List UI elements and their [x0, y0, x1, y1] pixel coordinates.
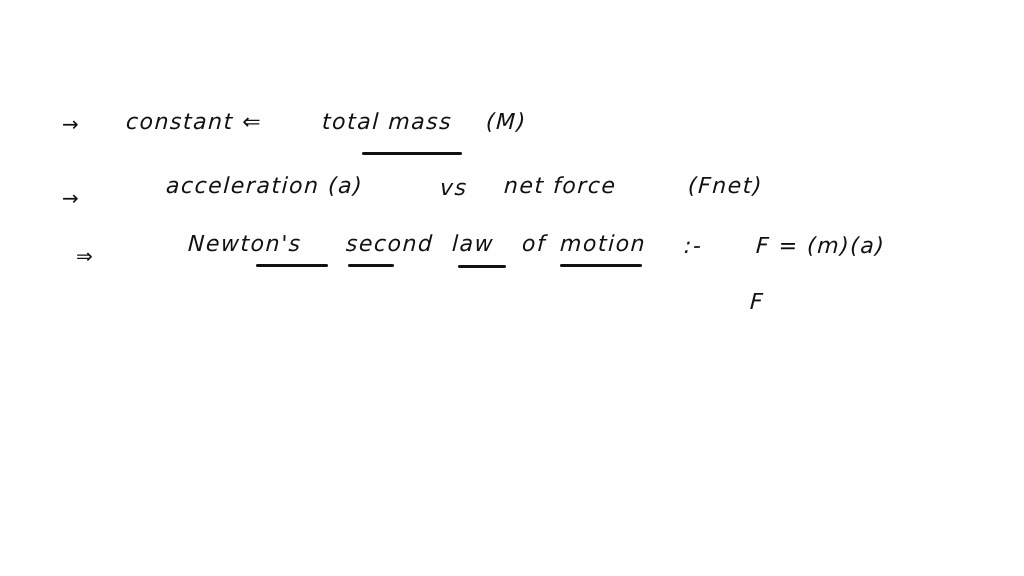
- note-text-motion: motion: [559, 232, 647, 257]
- underline-law: [458, 265, 506, 268]
- note-text-newtons: Newton's: [187, 232, 303, 257]
- underline-second: [348, 264, 394, 267]
- arrow-bullet-icon: →: [62, 112, 79, 136]
- note-text-colon-dash: :-: [683, 234, 704, 259]
- note-text-mass-symbol: (M): [485, 110, 528, 135]
- note-text-acceleration: acceleration (a): [165, 174, 364, 199]
- note-text-total-mass: total mass: [321, 110, 453, 135]
- underline-newtons: [256, 264, 328, 267]
- note-text-law: law: [451, 232, 495, 257]
- arrow-bullet-icon: →: [62, 186, 79, 210]
- implies-bullet-icon: ⇒: [76, 244, 93, 268]
- note-text-of: of: [521, 232, 547, 257]
- note-text-vs: vs: [439, 176, 469, 201]
- note-text-constant: constant ⇐: [125, 110, 263, 135]
- note-text-net-force: net force: [503, 174, 618, 199]
- note-text-fnet: (Fnet): [687, 174, 764, 199]
- underline-total-mass: [362, 152, 462, 155]
- whiteboard-canvas: → constant ⇐ total mass (M) → accelerati…: [0, 0, 1024, 576]
- underline-motion: [560, 264, 642, 267]
- equation-newton-second-law: F = (m)(a): [755, 234, 887, 259]
- equation-partial-f: F: [749, 290, 765, 315]
- note-text-second: second: [345, 232, 435, 257]
